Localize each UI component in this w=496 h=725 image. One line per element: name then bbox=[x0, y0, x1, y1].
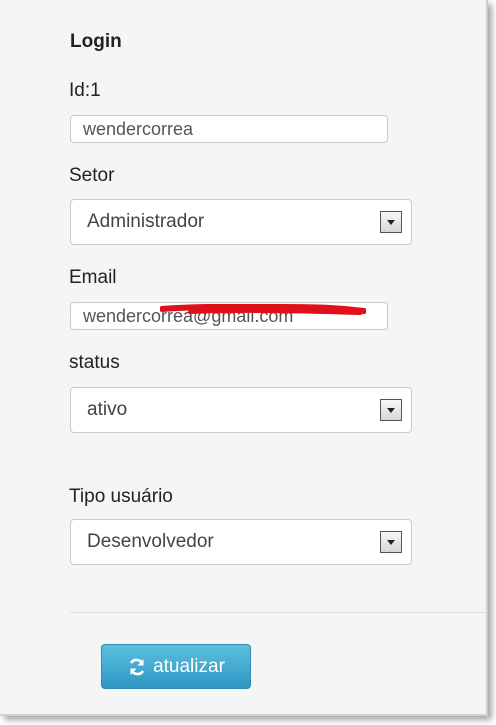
dropdown-arrow-icon[interactable] bbox=[380, 399, 402, 421]
dropdown-arrow-icon[interactable] bbox=[380, 211, 402, 233]
atualizar-button[interactable]: atualizar bbox=[101, 644, 251, 689]
tipo-usuario-select[interactable]: Desenvolvedor bbox=[70, 519, 412, 565]
refresh-icon bbox=[127, 657, 147, 677]
form-title: Login bbox=[70, 31, 122, 52]
form-panel: Login Id:1 wendercorrea Setor Administra… bbox=[0, 0, 488, 716]
tipo-usuario-label: Tipo usuário bbox=[69, 486, 173, 507]
tipo-usuario-selected-value: Desenvolvedor bbox=[87, 531, 214, 552]
setor-selected-value: Administrador bbox=[87, 211, 205, 232]
redaction-mark bbox=[160, 304, 366, 315]
atualizar-button-label: atualizar bbox=[153, 655, 225, 677]
form-divider bbox=[70, 612, 486, 613]
setor-label: Setor bbox=[69, 165, 115, 186]
status-select[interactable]: ativo bbox=[70, 387, 412, 433]
status-selected-value: ativo bbox=[87, 399, 128, 420]
setor-select[interactable]: Administrador bbox=[70, 199, 412, 245]
id-label: Id:1 bbox=[69, 80, 101, 101]
login-input[interactable]: wendercorrea bbox=[70, 115, 388, 143]
email-label: Email bbox=[69, 267, 117, 288]
dropdown-arrow-icon[interactable] bbox=[380, 531, 402, 553]
status-label: status bbox=[69, 352, 120, 373]
